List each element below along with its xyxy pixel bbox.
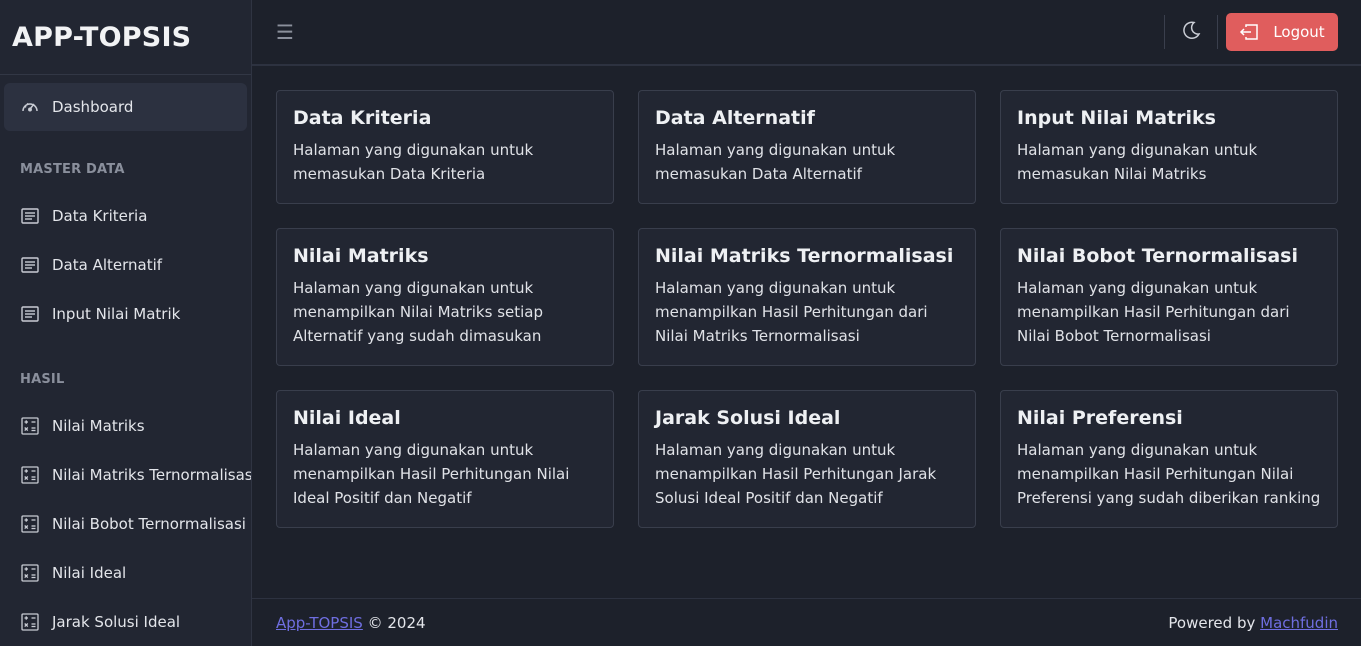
sidebar-item-label: Dashboard — [52, 98, 134, 116]
calculator-icon — [20, 612, 40, 632]
sidebar-item-label: Nilai Matriks — [52, 416, 145, 435]
card-description: Halaman yang digunakan untuk menampilkan… — [293, 441, 570, 507]
document-icon — [20, 304, 40, 324]
copyright-text: © 2024 — [362, 613, 426, 632]
speedometer-icon — [20, 97, 40, 117]
sidebar-item-data-kriteria[interactable]: Data Kriteria — [4, 191, 247, 240]
powered-by-text: Powered by — [1168, 613, 1261, 632]
logout-button[interactable]: Logout — [1226, 13, 1338, 51]
divider — [1217, 15, 1218, 49]
sidebar-item-data-alternatif[interactable]: Data Alternatif — [4, 240, 247, 289]
author-link[interactable]: Machfudin — [1260, 614, 1338, 632]
sidebar-item-nilai-matriks-ternormalisasi[interactable]: Nilai Matriks Ternormalisasi — [4, 450, 251, 499]
footer-copyright: App-TOPSIS © 2024 — [276, 614, 426, 632]
card-description: Halaman yang digunakan untuk memasukan D… — [655, 141, 896, 183]
card-data-alternatif[interactable]: Data Alternatif Halaman yang digunakan u… — [638, 90, 976, 204]
hasil-heading: HASIL — [20, 372, 65, 387]
footer-credit: Powered by Machfudin — [1168, 614, 1338, 632]
calculator-icon — [20, 514, 40, 534]
calculator-icon — [20, 465, 40, 485]
logout-icon — [1240, 24, 1259, 40]
document-icon — [20, 255, 40, 275]
card-nilai-preferensi[interactable]: Nilai Preferensi Halaman yang digunakan … — [1000, 390, 1338, 528]
sidebar-nav: Dashboard MASTER DATA Data Kriteria Data… — [0, 75, 251, 646]
footer: App-TOPSIS © 2024 Powered by Machfudin — [252, 598, 1361, 646]
card-description: Halaman yang digunakan untuk menampilkan… — [655, 441, 937, 507]
sidebar-item-label: Nilai Matriks Ternormalisasi — [52, 465, 252, 484]
card-jarak-solusi-ideal[interactable]: Jarak Solusi Ideal Halaman yang digunaka… — [638, 390, 976, 528]
card-title: Nilai Bobot Ternormalisasi — [1017, 245, 1299, 267]
card-title: Nilai Preferensi — [1017, 407, 1183, 429]
sidebar-item-label: Data Alternatif — [52, 255, 163, 274]
card-description: Halaman yang digunakan untuk menampilkan… — [1017, 279, 1290, 345]
calculator-icon — [20, 563, 40, 583]
sidebar: APP-TOPSIS Dashboard MASTER DATA Data Kr… — [0, 0, 252, 646]
card-description: Halaman yang digunakan untuk memasukan N… — [1017, 141, 1258, 183]
theme-toggle-button[interactable] — [1165, 19, 1217, 45]
card-description: Halaman yang digunakan untuk memasukan D… — [293, 141, 534, 183]
card-title: Data Kriteria — [293, 107, 432, 129]
topbar: ☰ Logout — [252, 0, 1361, 66]
card-row: Nilai Ideal Halaman yang digunakan untuk… — [276, 390, 1338, 528]
dashboard-content: Data Kriteria Halaman yang digunakan unt… — [252, 66, 1361, 598]
sidebar-item-label: Input Nilai Matrik — [52, 304, 181, 323]
card-nilai-matriks[interactable]: Nilai Matriks Halaman yang digunakan unt… — [276, 228, 614, 366]
card-title: Input Nilai Matriks — [1017, 107, 1216, 129]
card-title: Data Alternatif — [655, 107, 815, 129]
card-title: Nilai Matriks — [293, 245, 429, 267]
card-data-kriteria[interactable]: Data Kriteria Halaman yang digunakan unt… — [276, 90, 614, 204]
sidebar-item-input-nilai-matrik[interactable]: Input Nilai Matrik — [4, 289, 247, 338]
sidebar-item-nilai-bobot-ternormalisasi[interactable]: Nilai Bobot Ternormalisasi — [4, 499, 247, 548]
sidebar-item-nilai-matriks[interactable]: Nilai Matriks — [4, 401, 247, 450]
app-link[interactable]: App-TOPSIS — [276, 614, 363, 632]
card-nilai-ideal[interactable]: Nilai Ideal Halaman yang digunakan untuk… — [276, 390, 614, 528]
sidebar-item-label: Jarak Solusi Ideal — [52, 612, 181, 631]
card-description: Halaman yang digunakan untuk menampilkan… — [655, 279, 928, 345]
menu-toggle-icon[interactable]: ☰ — [276, 20, 294, 44]
logout-label: Logout — [1273, 23, 1325, 41]
card-title: Nilai Matriks Ternormalisasi — [655, 245, 954, 267]
sidebar-item-label: Nilai Bobot Ternormalisasi — [52, 514, 246, 533]
calculator-icon — [20, 416, 40, 436]
card-input-nilai-matriks[interactable]: Input Nilai Matriks Halaman yang digunak… — [1000, 90, 1338, 204]
sidebar-item-label: Nilai Ideal — [52, 563, 127, 582]
sidebar-item-nilai-ideal[interactable]: Nilai Ideal — [4, 548, 247, 597]
card-row: Nilai Matriks Halaman yang digunakan unt… — [276, 228, 1338, 366]
main-area: ☰ Logout Data Kriteria Halaman yang digu… — [252, 0, 1361, 646]
card-row: Data Kriteria Halaman yang digunakan unt… — [276, 90, 1338, 204]
card-nilai-bobot-ternormalisasi[interactable]: Nilai Bobot Ternormalisasi Halaman yang … — [1000, 228, 1338, 366]
sidebar-item-label: Data Kriteria — [52, 206, 148, 225]
brand-title[interactable]: APP-TOPSIS — [0, 0, 251, 75]
moon-icon — [1180, 19, 1202, 45]
master-data-heading: MASTER DATA — [20, 162, 125, 177]
card-description: Halaman yang digunakan untuk menampilkan… — [1017, 441, 1321, 507]
card-title: Jarak Solusi Ideal — [655, 407, 841, 429]
sidebar-item-dashboard[interactable]: Dashboard — [4, 83, 247, 131]
sidebar-item-jarak-solusi-ideal[interactable]: Jarak Solusi Ideal — [4, 597, 247, 646]
card-description: Halaman yang digunakan untuk menampilkan… — [293, 279, 544, 345]
document-icon — [20, 206, 40, 226]
topbar-actions: Logout — [1164, 0, 1338, 64]
card-nilai-matriks-ternormalisasi[interactable]: Nilai Matriks Ternormalisasi Halaman yan… — [638, 228, 976, 366]
card-title: Nilai Ideal — [293, 407, 401, 429]
